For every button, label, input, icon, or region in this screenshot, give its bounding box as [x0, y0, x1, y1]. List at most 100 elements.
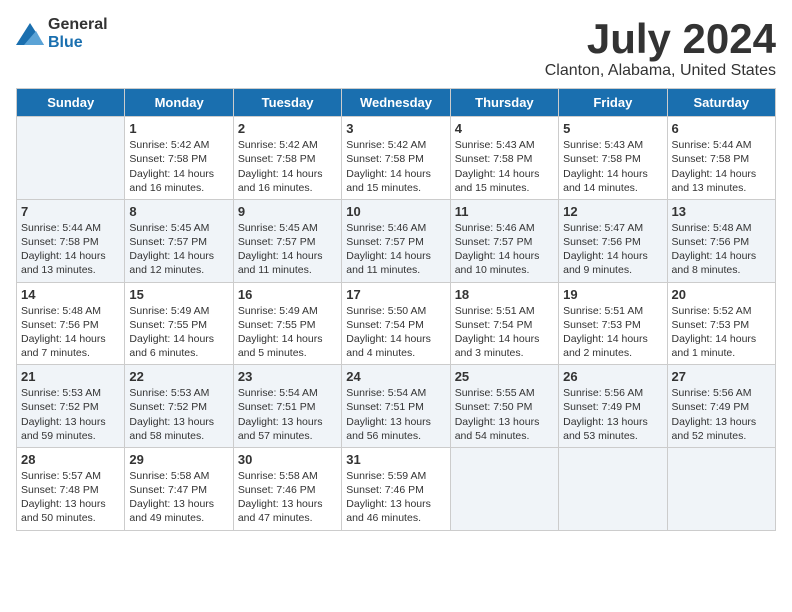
day-number: 6: [672, 121, 771, 136]
logo-general: General: [48, 16, 108, 33]
calendar-cell: 28 Sunrise: 5:57 AMSunset: 7:48 PMDayligh…: [17, 447, 125, 530]
day-info: Sunrise: 5:45 AMSunset: 7:57 PMDaylight:…: [129, 221, 228, 278]
calendar-week-4: 21Sunrise: 5:53 AMSunset: 7:52 PMDayligh…: [17, 365, 776, 448]
logo: General Blue: [16, 16, 108, 52]
calendar-cell: 1 Sunrise: 5:42 AMSunset: 7:58 PMDaylight…: [125, 117, 233, 200]
calendar-cell: 6Sunrise: 5:44 AMSunset: 7:58 PMDaylight…: [667, 117, 775, 200]
day-number: 5: [563, 121, 662, 136]
calendar-cell: 15Sunrise: 5:49 AMSunset: 7:55 PMDayligh…: [125, 282, 233, 365]
calendar-cell: [17, 117, 125, 200]
day-number: 19: [563, 287, 662, 302]
day-info: Sunrise: 5:50 AMSunset: 7:54 PMDaylight:…: [346, 304, 445, 361]
day-info: Sunrise: 5:42 AMSunset: 7:58 PMDaylight:…: [129, 138, 228, 195]
calendar-cell: 24Sunrise: 5:54 AMSunset: 7:51 PMDayligh…: [342, 365, 450, 448]
day-number: 10: [346, 204, 445, 219]
header-cell-wednesday: Wednesday: [342, 89, 450, 117]
calendar-week-3: 14Sunrise: 5:48 AMSunset: 7:56 PMDayligh…: [17, 282, 776, 365]
calendar-cell: 4 Sunrise: 5:43 AMSunset: 7:58 PMDaylight…: [450, 117, 558, 200]
day-info: Sunrise: 5:51 AMSunset: 7:53 PMDaylight:…: [563, 304, 662, 361]
header-cell-saturday: Saturday: [667, 89, 775, 117]
day-info: Sunrise: 5:55 AMSunset: 7:50 PMDaylight:…: [455, 386, 554, 443]
day-number: 27: [672, 369, 771, 384]
calendar-header: SundayMondayTuesdayWednesdayThursdayFrid…: [17, 89, 776, 117]
day-number: 20: [672, 287, 771, 302]
day-info: Sunrise: 5:51 AMSunset: 7:54 PMDaylight:…: [455, 304, 554, 361]
calendar-cell: 17 Sunrise: 5:50 AMSunset: 7:54 PMDayligh…: [342, 282, 450, 365]
subtitle: Clanton, Alabama, United States: [545, 62, 776, 80]
calendar-cell: 26Sunrise: 5:56 AMSunset: 7:49 PMDayligh…: [559, 365, 667, 448]
day-number: 2: [238, 121, 337, 136]
calendar-cell: 29 Sunrise: 5:58 AMSunset: 7:47 PMDayligh…: [125, 447, 233, 530]
day-info: Sunrise: 5:58 AMSunset: 7:46 PMDaylight:…: [238, 469, 337, 526]
calendar-cell: 11 Sunrise: 5:46 AMSunset: 7:57 PMDayligh…: [450, 199, 558, 282]
calendar-cell: 5Sunrise: 5:43 AMSunset: 7:58 PMDaylight…: [559, 117, 667, 200]
calendar-cell: 18 Sunrise: 5:51 AMSunset: 7:54 PMDayligh…: [450, 282, 558, 365]
day-number: 29: [129, 452, 228, 467]
day-number: 11: [455, 204, 554, 219]
header-row: SundayMondayTuesdayWednesdayThursdayFrid…: [17, 89, 776, 117]
day-info: Sunrise: 5:49 AMSunset: 7:55 PMDaylight:…: [238, 304, 337, 361]
page-header: General Blue July 2024 Clanton, Alabama,…: [16, 16, 776, 80]
header-cell-sunday: Sunday: [17, 89, 125, 117]
day-number: 24: [346, 369, 445, 384]
calendar-cell: 30 Sunrise: 5:58 AMSunset: 7:46 PMDayligh…: [233, 447, 341, 530]
header-cell-thursday: Thursday: [450, 89, 558, 117]
day-info: Sunrise: 5:57 AMSunset: 7:48 PMDaylight:…: [21, 469, 120, 526]
calendar-cell: 20 Sunrise: 5:52 AMSunset: 7:53 PMDayligh…: [667, 282, 775, 365]
day-number: 23: [238, 369, 337, 384]
calendar-cell: 10Sunrise: 5:46 AMSunset: 7:57 PMDayligh…: [342, 199, 450, 282]
header-cell-tuesday: Tuesday: [233, 89, 341, 117]
day-info: Sunrise: 5:53 AMSunset: 7:52 PMDaylight:…: [129, 386, 228, 443]
day-info: Sunrise: 5:43 AMSunset: 7:58 PMDaylight:…: [455, 138, 554, 195]
day-number: 25: [455, 369, 554, 384]
day-number: 8: [129, 204, 228, 219]
calendar-table: SundayMondayTuesdayWednesdayThursdayFrid…: [16, 88, 776, 530]
calendar-cell: 3Sunrise: 5:42 AMSunset: 7:58 PMDaylight…: [342, 117, 450, 200]
calendar-cell: 2Sunrise: 5:42 AMSunset: 7:58 PMDaylight…: [233, 117, 341, 200]
day-info: Sunrise: 5:42 AMSunset: 7:58 PMDaylight:…: [346, 138, 445, 195]
calendar-cell: 31 Sunrise: 5:59 AMSunset: 7:46 PMDayligh…: [342, 447, 450, 530]
main-title: July 2024: [545, 16, 776, 62]
day-number: 31: [346, 452, 445, 467]
calendar-week-2: 7 Sunrise: 5:44 AMSunset: 7:58 PMDaylight…: [17, 199, 776, 282]
calendar-cell: 14Sunrise: 5:48 AMSunset: 7:56 PMDayligh…: [17, 282, 125, 365]
calendar-body: 1 Sunrise: 5:42 AMSunset: 7:58 PMDaylight…: [17, 117, 776, 530]
calendar-cell: 13Sunrise: 5:48 AMSunset: 7:56 PMDayligh…: [667, 199, 775, 282]
calendar-cell: 25 Sunrise: 5:55 AMSunset: 7:50 PMDayligh…: [450, 365, 558, 448]
day-number: 17: [346, 287, 445, 302]
day-number: 30: [238, 452, 337, 467]
day-number: 7: [21, 204, 120, 219]
day-number: 16: [238, 287, 337, 302]
day-number: 1: [129, 121, 228, 136]
calendar-cell: 12Sunrise: 5:47 AMSunset: 7:56 PMDayligh…: [559, 199, 667, 282]
day-info: Sunrise: 5:52 AMSunset: 7:53 PMDaylight:…: [672, 304, 771, 361]
calendar-cell: 23 Sunrise: 5:54 AMSunset: 7:51 PMDayligh…: [233, 365, 341, 448]
day-number: 28: [21, 452, 120, 467]
calendar-cell: 9 Sunrise: 5:45 AMSunset: 7:57 PMDaylight…: [233, 199, 341, 282]
day-info: Sunrise: 5:45 AMSunset: 7:57 PMDaylight:…: [238, 221, 337, 278]
day-info: Sunrise: 5:54 AMSunset: 7:51 PMDaylight:…: [238, 386, 337, 443]
logo-blue: Blue: [48, 34, 83, 51]
day-info: Sunrise: 5:59 AMSunset: 7:46 PMDaylight:…: [346, 469, 445, 526]
calendar-week-1: 1 Sunrise: 5:42 AMSunset: 7:58 PMDaylight…: [17, 117, 776, 200]
day-number: 4: [455, 121, 554, 136]
day-info: Sunrise: 5:56 AMSunset: 7:49 PMDaylight:…: [672, 386, 771, 443]
day-number: 18: [455, 287, 554, 302]
calendar-cell: 22Sunrise: 5:53 AMSunset: 7:52 PMDayligh…: [125, 365, 233, 448]
logo-text: General Blue: [48, 16, 108, 52]
day-info: Sunrise: 5:47 AMSunset: 7:56 PMDaylight:…: [563, 221, 662, 278]
day-info: Sunrise: 5:58 AMSunset: 7:47 PMDaylight:…: [129, 469, 228, 526]
logo-icon: [16, 23, 44, 45]
day-info: Sunrise: 5:53 AMSunset: 7:52 PMDaylight:…: [21, 386, 120, 443]
day-number: 9: [238, 204, 337, 219]
day-info: Sunrise: 5:44 AMSunset: 7:58 PMDaylight:…: [21, 221, 120, 278]
day-number: 15: [129, 287, 228, 302]
header-cell-monday: Monday: [125, 89, 233, 117]
day-info: Sunrise: 5:56 AMSunset: 7:49 PMDaylight:…: [563, 386, 662, 443]
calendar-cell: [559, 447, 667, 530]
day-info: Sunrise: 5:46 AMSunset: 7:57 PMDaylight:…: [455, 221, 554, 278]
calendar-week-5: 28 Sunrise: 5:57 AMSunset: 7:48 PMDayligh…: [17, 447, 776, 530]
calendar-cell: [450, 447, 558, 530]
title-block: July 2024 Clanton, Alabama, United State…: [545, 16, 776, 80]
day-info: Sunrise: 5:48 AMSunset: 7:56 PMDaylight:…: [672, 221, 771, 278]
